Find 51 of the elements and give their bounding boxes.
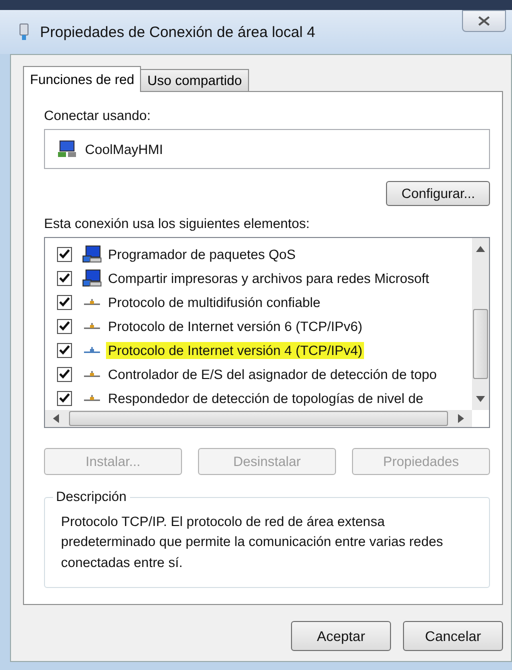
dialog-button[interactable]: Cancelar	[403, 621, 503, 651]
connect-using-label: Conectar usando:	[44, 108, 152, 123]
network-protocol-icon	[84, 323, 100, 329]
component-item[interactable]: Programador de paquetes QoS	[45, 242, 472, 266]
vertical-scrollbar[interactable]	[472, 238, 489, 410]
component-item[interactable]: Respondedor de detección de topologías de nivel de	[45, 386, 472, 410]
checkbox[interactable]	[57, 294, 72, 310]
window-title: Propiedades de Conexión de área local 4	[40, 24, 316, 40]
checkbox[interactable]	[57, 246, 72, 262]
scroll-left-arrow-icon[interactable]	[53, 414, 59, 423]
checkbox[interactable]	[57, 390, 72, 406]
close-icon	[478, 16, 490, 26]
network-protocol-icon	[84, 299, 100, 305]
component-name: Respondedor de detección de topologías de nivel de	[107, 390, 424, 406]
scroll-down-arrow-icon[interactable]	[476, 396, 485, 402]
component-name: Protocolo de Internet versión 4 (TCP/IPv4)	[106, 342, 364, 358]
component-name: Protocolo de Internet versión 6 (TCP/IPv6)	[107, 318, 364, 334]
scroll-thumb[interactable]	[473, 309, 488, 379]
checkbox[interactable]	[57, 318, 72, 334]
checkbox[interactable]	[57, 342, 72, 358]
scroll-right-arrow-icon[interactable]	[458, 414, 464, 423]
network-protocol-icon	[84, 347, 100, 353]
computer-icon	[82, 245, 102, 263]
tab[interactable]: Funciones de red	[23, 66, 142, 92]
component-name: Compartir impresoras y archivos para redes Microsoft	[107, 270, 430, 286]
checkbox[interactable]	[57, 366, 72, 382]
network-plug-icon	[18, 23, 30, 41]
component-name: Controlador de E/S del asignador de detección de topo	[107, 366, 438, 382]
configure-button[interactable]: Configurar...	[386, 181, 490, 206]
component-item[interactable]: Compartir impresoras y archivos para redes Microsoft	[45, 266, 472, 290]
description-title: Descripción	[53, 489, 130, 504]
close-button[interactable]	[462, 10, 506, 32]
horizontal-scrollbar[interactable]	[45, 410, 472, 427]
horizontal-scroll-thumb[interactable]	[69, 411, 448, 426]
description-text: Protocolo TCP/IP. El protocolo de red de área extensa predeterminado que permite la comunicación entre varias redes conectadas entre sí.	[61, 513, 444, 572]
scroll-up-arrow-icon[interactable]	[476, 246, 485, 252]
component-item[interactable]: Protocolo de Internet versión 6 (TCP/IPv6)	[45, 314, 472, 338]
dialog-button[interactable]: Aceptar	[291, 621, 391, 651]
component-name: Protocolo de multidifusión confiable	[107, 294, 322, 310]
computer-icon	[82, 269, 102, 287]
components-label: Esta conexión usa los siguientes elementos:	[44, 216, 311, 231]
adapter-name: CoolMayHMI	[85, 142, 164, 156]
component-item[interactable]: Controlador de E/S del asignador de detección de topo	[45, 362, 472, 386]
component-name: Programador de paquetes QoS	[107, 246, 297, 262]
tab[interactable]: Uso compartido	[140, 69, 249, 91]
component-item[interactable]: Protocolo de multidifusión confiable	[45, 290, 472, 314]
network-protocol-icon	[84, 395, 100, 401]
component-item[interactable]: Protocolo de Internet versión 4 (TCP/IPv4)	[45, 338, 472, 362]
checkbox[interactable]	[57, 270, 72, 286]
network-adapter-icon	[57, 140, 77, 158]
network-protocol-icon	[84, 371, 100, 377]
